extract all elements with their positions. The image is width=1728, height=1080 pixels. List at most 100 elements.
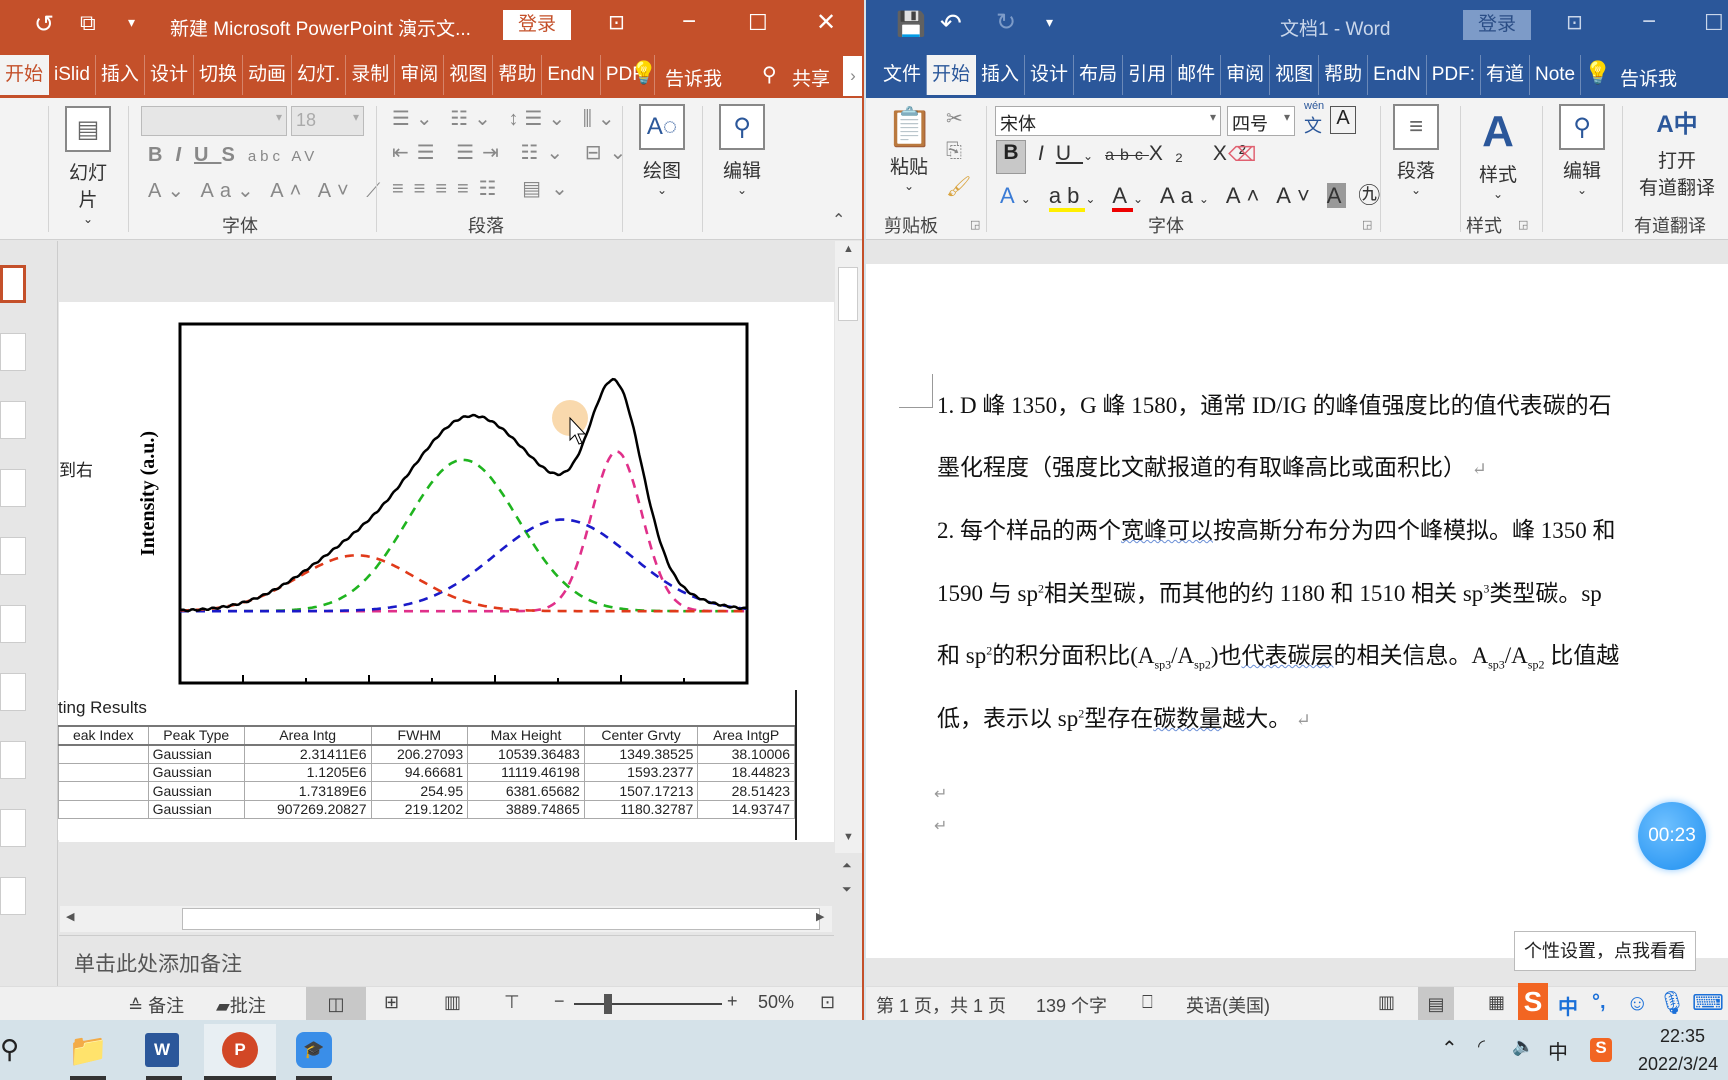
collapse-ribbon-icon[interactable]: ⌃ xyxy=(832,210,845,230)
slide-thumbnail[interactable] xyxy=(0,469,26,507)
zoom-in-button[interactable]: + xyxy=(727,991,738,1012)
slide-sorter-button[interactable]: ⊞ xyxy=(384,992,399,1013)
reading-view-button[interactable]: ▥ xyxy=(444,992,461,1013)
document-line[interactable]: 2. 每个样品的两个宽峰可以按高斯分布分为四个峰模拟。峰 1350 和 xyxy=(937,511,1616,545)
clock-time[interactable]: 22:35 xyxy=(1660,1026,1705,1047)
sogou-ime-logo[interactable]: S xyxy=(1518,983,1548,1020)
input-language[interactable]: 中 xyxy=(1548,1036,1568,1065)
ime-punctuation-toggle[interactable]: °, xyxy=(1592,991,1606,1014)
vertical-scrollbar[interactable]: ▲ ▼ xyxy=(835,241,862,853)
notes-toggle[interactable]: ≙ 备注 xyxy=(128,992,184,1018)
show-hidden-icons[interactable]: ⌃ xyxy=(1441,1036,1458,1061)
tab-4[interactable]: 布局 xyxy=(1074,55,1124,95)
ime-mode-toggle[interactable]: 中 xyxy=(1558,991,1578,1020)
search-icon[interactable]: ⚲ xyxy=(0,1034,19,1065)
customize-qat-icon[interactable]: ▾ xyxy=(128,14,135,31)
next-slide-button[interactable]: ⏷ xyxy=(842,882,852,897)
styles-button[interactable]: A 样式 ⌄ xyxy=(1472,104,1524,201)
share-button[interactable]: 共享 xyxy=(792,64,830,91)
ribbon-display-icon[interactable]: ⊡ xyxy=(1566,10,1583,35)
slide-thumbnail-active[interactable] xyxy=(0,265,26,303)
recording-timer[interactable]: 00:23 xyxy=(1638,802,1706,870)
tab-0[interactable]: 文件 xyxy=(878,55,928,95)
scrollbar-thumb[interactable] xyxy=(838,267,858,321)
fit-slide-icon[interactable]: ⊡ xyxy=(820,992,835,1013)
zoom-out-button[interactable]: − xyxy=(554,991,565,1012)
tab-5[interactable]: 引用 xyxy=(1123,55,1173,95)
document-line[interactable]: 1590 与 sp2相关型碳，而其他的约 1180 和 1510 相关 sp3类… xyxy=(937,574,1602,608)
tell-me-search[interactable]: 告诉我 xyxy=(665,64,722,91)
paste-button[interactable]: 📋 粘贴 ⌄ xyxy=(886,104,933,193)
font-name-combo[interactable]: ▾ xyxy=(141,106,287,136)
normal-view-button[interactable]: ◫ xyxy=(306,987,366,1020)
zoom-slider[interactable] xyxy=(574,1003,722,1005)
dialog-launcher-icon[interactable]: ◲ xyxy=(1362,218,1372,231)
horizontal-scrollbar[interactable]: ◀ ▶ xyxy=(60,906,832,932)
notes-pane[interactable]: 单击此处添加备注 xyxy=(59,935,834,985)
raman-chart[interactable]: Intensity (a.u.)Raman Shift (cm⁻¹) xyxy=(130,318,760,698)
font-style-buttons[interactable]: IU⌄abcX₂ X² xyxy=(1038,142,1258,166)
document-page[interactable]: 1. D 峰 1350，G 峰 1580，通常 ID/IG 的峰值强度比的值代表… xyxy=(866,264,1728,958)
tab-3[interactable]: 设计 xyxy=(145,55,194,95)
tab-12[interactable]: 有道 xyxy=(1481,55,1530,95)
customize-qat-icon[interactable]: ▾ xyxy=(1046,14,1053,31)
tab-11[interactable]: EndN xyxy=(542,55,601,95)
h-scrollbar-thumb[interactable] xyxy=(182,908,820,930)
font-size-combo[interactable]: 18 ▾ xyxy=(291,106,364,136)
format-painter-icon[interactable]: 🖌 xyxy=(946,174,971,199)
slideshow-icon[interactable]: ⧉ xyxy=(80,10,96,36)
document-line[interactable]: 和 sp2的积分面积比(Asp3/Asp2)也代表碳层的相关信息。Asp3/As… xyxy=(937,636,1619,673)
draw-button[interactable]: A◌ 绘图 ⌄ xyxy=(636,104,688,197)
slide-thumbnail[interactable] xyxy=(0,333,26,371)
new-slide-button[interactable]: ▤ 幻灯片 ⌄ xyxy=(60,106,116,226)
tab-9[interactable]: 视图 xyxy=(444,55,494,95)
slide-thumbnail[interactable] xyxy=(0,741,26,779)
slide-thumbnail[interactable] xyxy=(0,537,26,575)
redo-icon[interactable]: ↺ xyxy=(34,10,54,39)
tab-5[interactable]: 动画 xyxy=(243,55,292,95)
document-line[interactable]: 墨化程度（强度比文献报道的有取峰高比或面积比） ↵ xyxy=(937,448,1487,482)
emoji-icon[interactable]: ☺ xyxy=(1626,990,1648,1016)
word-count[interactable]: 139 个字 xyxy=(1036,992,1107,1018)
slide-thumbnail[interactable] xyxy=(0,877,26,915)
edit-button[interactable]: ⚲ 编辑 ⌄ xyxy=(716,104,768,197)
document-line[interactable]: 低，表示以 sp2型存在碳数量越大。 ↵ xyxy=(937,699,1311,733)
tab-0[interactable]: 开始 xyxy=(0,55,50,95)
font-name-combo[interactable]: 宋体 ▾ xyxy=(995,106,1221,136)
font-size-combo[interactable]: 四号 ▾ xyxy=(1227,106,1295,136)
character-border-button[interactable]: A xyxy=(1330,106,1356,134)
web-layout-button[interactable]: ▦ xyxy=(1488,992,1505,1013)
proofing-icon[interactable]: ⎕ xyxy=(1142,992,1153,1013)
clock-date[interactable]: 2022/3/24 xyxy=(1638,1054,1718,1075)
list-buttons[interactable]: ☰⌄ ☷⌄ ↕☰⌄ ⫼⌄ xyxy=(392,106,621,131)
maximize-button[interactable]: ☐ xyxy=(1704,10,1724,36)
minimize-button[interactable]: − xyxy=(682,8,696,36)
copy-icon[interactable]: ⎘ xyxy=(946,140,962,163)
wifi-icon[interactable]: ◜ xyxy=(1478,1036,1485,1057)
save-icon[interactable]: 💾 xyxy=(896,10,926,39)
tab-10[interactable]: EndN xyxy=(1368,55,1427,95)
read-mode-button[interactable]: ▥ xyxy=(1378,992,1395,1013)
dialog-launcher-icon[interactable]: ◲ xyxy=(970,218,980,231)
taskbar-powerpoint[interactable]: P xyxy=(204,1024,276,1076)
font-color-buttons[interactable]: A⌄ ab⌄ A⌄ Aa⌄ A˄ A˅ A ㊈ xyxy=(1000,178,1386,212)
tab-6[interactable]: 幻灯. xyxy=(292,55,347,95)
align-buttons[interactable]: ≡≡≡≡☷ ▤⌄ xyxy=(392,176,578,201)
taskbar-word[interactable]: W xyxy=(136,1024,188,1076)
tab-8[interactable]: 视图 xyxy=(1270,55,1320,95)
sogou-tray-icon[interactable]: S xyxy=(1590,1038,1612,1062)
comments-toggle[interactable]: ▰批注 xyxy=(216,992,266,1018)
tab-4[interactable]: 切换 xyxy=(194,55,243,95)
cut-icon[interactable]: ✂ xyxy=(946,106,963,131)
clear-format-icon[interactable]: ⌫ xyxy=(1228,142,1256,167)
tab-3[interactable]: 设计 xyxy=(1025,55,1075,95)
dialog-launcher-icon[interactable]: ◲ xyxy=(1518,218,1528,231)
tab-10[interactable]: 帮助 xyxy=(493,55,543,95)
notes-placeholder[interactable]: 单击此处添加备注 xyxy=(74,948,242,978)
tab-8[interactable]: 审阅 xyxy=(395,55,445,95)
tab-2[interactable]: 插入 xyxy=(976,55,1026,95)
page-count[interactable]: 第 1 页，共 1 页 xyxy=(876,992,1006,1018)
paragraph-button[interactable]: ≡ 段落 ⌄ xyxy=(1390,104,1442,197)
slideshow-button[interactable]: ⊤ xyxy=(504,992,520,1013)
indent-buttons[interactable]: ⇤☰ ☰⇥ ☷⌄ ⊟⌄ xyxy=(392,140,634,165)
